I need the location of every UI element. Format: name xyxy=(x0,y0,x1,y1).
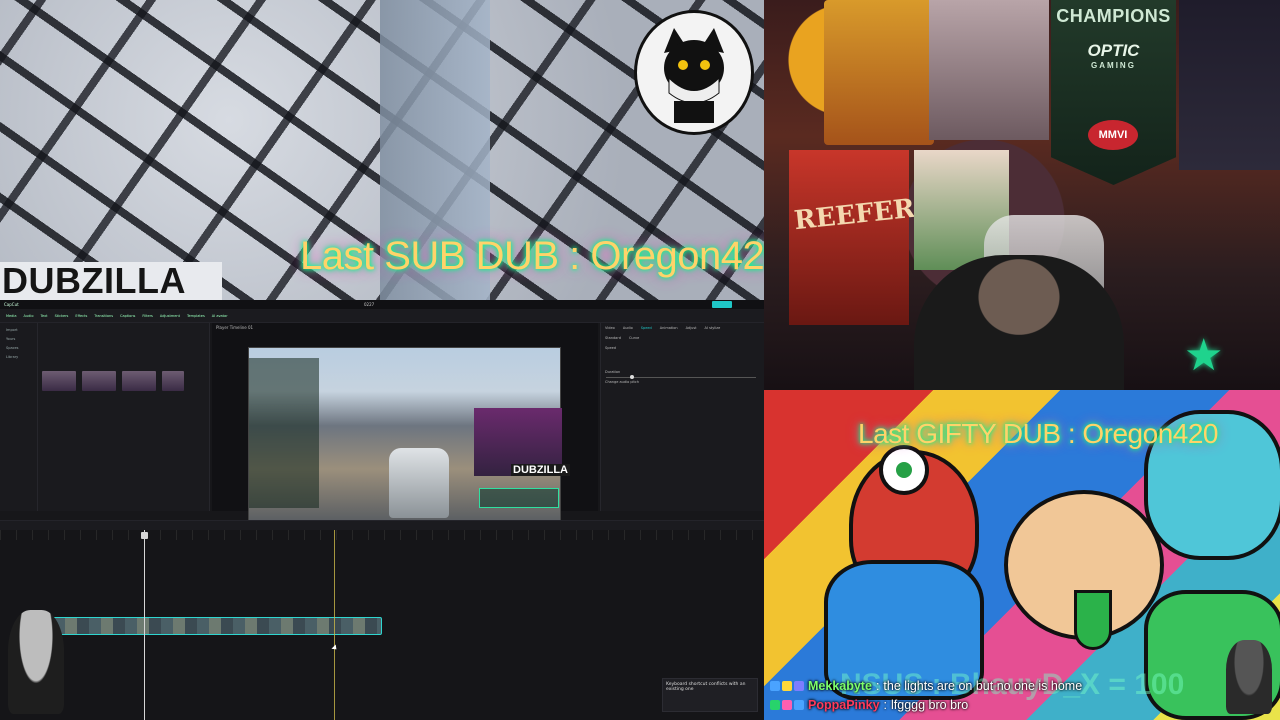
properties-tabs: Video Audio Speed Animation Adjust AI st… xyxy=(601,323,764,333)
media-thumbnail[interactable] xyxy=(162,371,184,391)
chat-text: lfgggg bro bro xyxy=(891,697,969,712)
timeline[interactable] xyxy=(0,530,764,720)
tab-video[interactable]: Video xyxy=(605,326,615,330)
timeline-ruler[interactable] xyxy=(0,530,764,540)
media-thumbnail[interactable] xyxy=(122,371,156,391)
change-pitch-label[interactable]: Change audio pitch xyxy=(605,380,639,384)
tool-ai-avatar[interactable]: AI avatar xyxy=(212,314,228,318)
tab-adjust[interactable]: Adjust xyxy=(686,326,697,330)
video-editor-window: CapCut 0227 Media Audio Text Stickers Ef… xyxy=(0,300,764,720)
sun-poster xyxy=(824,0,934,145)
chat-message: PoppaPinky : lfgggg bro bro xyxy=(770,695,1210,714)
sidebar-item-spaces[interactable]: Spaces xyxy=(6,346,37,350)
chat-overlay: Mekkabyte : the lights are on but no one… xyxy=(770,676,1210,714)
cat-bandana-logo-icon xyxy=(634,10,754,135)
optic-banner: CHAMPIONS OPTIC GAMING MMVI xyxy=(1051,0,1176,185)
brand-banner: DUBZILLA xyxy=(0,262,222,300)
game-hud-bottom xyxy=(479,488,559,508)
game-weapon xyxy=(389,448,449,518)
timeline-toolbar xyxy=(0,520,764,530)
app-name: CapCut xyxy=(4,302,19,307)
tool-filters[interactable]: Filters xyxy=(142,314,153,318)
mural-eye-icon xyxy=(879,445,929,495)
chat-sep: : xyxy=(883,697,888,712)
editor-titlebar: CapCut 0227 xyxy=(0,300,764,309)
media-sidebar: Import Yours Spaces Library xyxy=(0,323,38,511)
tool-templates[interactable]: Templates xyxy=(187,314,205,318)
playhead[interactable] xyxy=(141,530,148,720)
banner-gaming-text: GAMING xyxy=(1091,61,1136,70)
editor-toolbar: Media Audio Text Stickers Effects Transi… xyxy=(0,309,764,323)
export-button[interactable] xyxy=(712,301,732,308)
photo-poster xyxy=(929,0,1049,140)
dallas-star-icon: ★ xyxy=(1184,330,1224,381)
webcam-feed: REEFER CHAMPIONS OPTIC GAMING MMVI ★ xyxy=(764,0,1280,390)
corner-cat-left-icon xyxy=(8,610,64,714)
timeline-marker xyxy=(334,530,335,720)
tool-audio[interactable]: Audio xyxy=(24,314,34,318)
media-thumbnail[interactable] xyxy=(42,371,76,391)
properties-subtabs: Standard Curve xyxy=(601,333,764,343)
chat-badges xyxy=(770,680,804,691)
mural-tongue xyxy=(1074,590,1112,650)
game-hud-left xyxy=(249,358,319,508)
chat-badges xyxy=(770,699,804,710)
badge-icon xyxy=(794,699,804,710)
tool-stickers[interactable]: Stickers xyxy=(55,314,69,318)
stream-overlay-name: DUBZILLA xyxy=(511,464,570,476)
player-header: Player Timeline 01 xyxy=(216,325,254,330)
sidebar-item-library[interactable]: Library xyxy=(6,355,37,359)
chat-message: Mekkabyte : the lights are on but no one… xyxy=(770,676,1210,695)
sidebar-item-import[interactable]: Import xyxy=(6,328,37,332)
badge-icon xyxy=(782,699,792,710)
last-sub-overlay: Last SUB DUB : Oregon420 xyxy=(300,234,787,278)
duration-row: Duration xyxy=(601,367,764,377)
badge-icon xyxy=(794,680,804,691)
tool-transitions[interactable]: Transitions xyxy=(94,314,113,318)
properties-panel: Video Audio Speed Animation Adjust AI st… xyxy=(600,323,764,511)
shortcut-toast: Keyboard shortcut conflicts with an exis… xyxy=(662,678,758,712)
speed-label: Speed xyxy=(605,346,616,350)
sidebar-item-yours[interactable]: Yours xyxy=(6,337,37,341)
pitch-row: Change audio pitch xyxy=(601,377,764,387)
chat-text: the lights are on but no one is home xyxy=(883,678,1083,693)
tool-adjustment[interactable]: Adjustment xyxy=(160,314,180,318)
speed-row: Speed xyxy=(601,343,764,353)
media-thumbnail[interactable] xyxy=(82,371,116,391)
badge-icon xyxy=(770,680,780,691)
tool-effects[interactable]: Effects xyxy=(75,314,87,318)
chat-sep: : xyxy=(875,678,880,693)
badge-icon xyxy=(770,699,780,710)
tool-text[interactable]: Text xyxy=(40,314,47,318)
tab-ai-stylize[interactable]: AI stylize xyxy=(705,326,721,330)
tab-animation[interactable]: Animation xyxy=(660,326,678,330)
duration-label: Duration xyxy=(605,370,621,374)
tool-captions[interactable]: Captions xyxy=(120,314,135,318)
banner-optic-text: OPTIC xyxy=(1087,41,1140,60)
banner-mmvi-text: MMVI xyxy=(1088,120,1138,150)
chat-username: Mekkabyte xyxy=(808,678,872,693)
dark-flag xyxy=(1179,0,1280,170)
player-panel: Player Timeline 01 DUBZILLA xyxy=(212,323,598,522)
banner-champions-text: CHAMPIONS xyxy=(1056,6,1171,26)
reefer-poster xyxy=(789,150,909,325)
tool-media[interactable]: Media xyxy=(6,314,17,318)
media-panel: Import Yours Spaces Library xyxy=(0,323,210,511)
window-title: 0227 xyxy=(364,302,375,307)
tab-speed[interactable]: Speed xyxy=(641,326,652,330)
chat-username: PoppaPinky xyxy=(808,697,880,712)
timeline-clip[interactable] xyxy=(52,617,382,635)
corner-cat-right-icon xyxy=(1226,640,1272,714)
last-gifty-overlay: Last GIFTY DUB : Oregon420 xyxy=(858,418,1218,449)
badge-icon xyxy=(782,680,792,691)
tab-audio[interactable]: Audio xyxy=(623,326,633,330)
subtab-standard[interactable]: Standard xyxy=(605,336,621,340)
player-preview[interactable]: DUBZILLA xyxy=(248,347,570,522)
subtab-curve[interactable]: Curve xyxy=(629,336,639,340)
speed-slider[interactable] xyxy=(606,375,756,379)
